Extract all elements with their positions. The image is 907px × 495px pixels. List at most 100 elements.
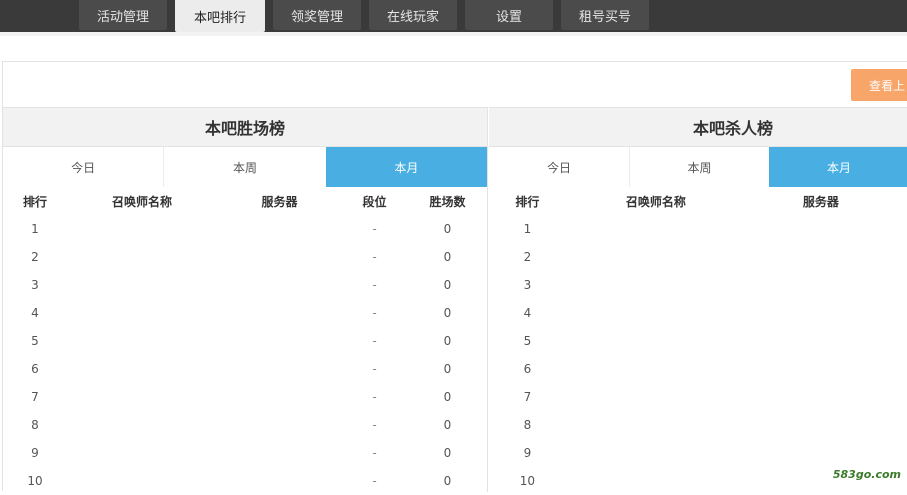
cell-rank: 9 <box>489 439 566 467</box>
cell-name <box>566 243 746 271</box>
table-row: 6- <box>489 355 907 383</box>
cell-name <box>67 271 217 299</box>
cell-server <box>746 243 896 271</box>
cell-name <box>67 411 217 439</box>
ranking-panel: 查看上 本吧胜场榜 今日本周本月 排行召唤师名称服务器段位胜场数 1-02-03… <box>2 61 907 491</box>
period-tab-0[interactable]: 今日 <box>489 147 629 187</box>
cell-count: 0 <box>407 215 488 243</box>
nav-divider <box>0 32 907 36</box>
kills-period-tabs: 今日本周本月 <box>489 147 907 187</box>
cell-count: 0 <box>407 439 488 467</box>
cell-count: 0 <box>407 327 488 355</box>
top-nav: 活动管理本吧排行领奖管理在线玩家设置租号买号 <box>0 0 907 32</box>
cell-count: 0 <box>407 411 488 439</box>
column-header: 召唤师名称 <box>566 187 746 215</box>
cell-rank: 2 <box>3 243 67 271</box>
nav-tabs: 活动管理本吧排行领奖管理在线玩家设置租号买号 <box>79 0 649 30</box>
table-row: 3- <box>489 271 907 299</box>
cell-server <box>217 215 342 243</box>
cell-rank: 6 <box>489 355 566 383</box>
cell-rank: 6 <box>3 355 67 383</box>
table-row: 6 -0 <box>3 355 488 383</box>
cell-rank: 8 <box>3 411 67 439</box>
cell-tier: - <box>896 327 907 355</box>
column-header: 排行 <box>489 187 566 215</box>
table-row: 2-0 <box>3 243 488 271</box>
nav-tab-1[interactable]: 本吧排行 <box>175 0 265 32</box>
cell-tier: - <box>342 383 407 411</box>
kills-board: 本吧杀人榜 今日本周本月 排行召唤师名称服务器段位 1-2-3-4-5-6-7-… <box>489 107 907 492</box>
table-row: 8- <box>489 411 907 439</box>
cell-count: 0 <box>407 355 488 383</box>
kills-table: 排行召唤师名称服务器段位 1-2-3-4-5-6-7-8-9-10- <box>489 187 907 495</box>
cell-tier: - <box>342 355 407 383</box>
nav-tab-4[interactable]: 设置 <box>465 0 553 30</box>
cell-rank: 1 <box>3 215 67 243</box>
table-row: 8-0 <box>3 411 488 439</box>
nav-tab-0[interactable]: 活动管理 <box>79 0 167 30</box>
cell-rank: 8 <box>489 411 566 439</box>
cell-rank: 1 <box>489 215 566 243</box>
cell-tier: - <box>342 271 407 299</box>
table-header-row: 排行召唤师名称服务器段位 <box>489 187 907 215</box>
table-row: 1- <box>489 215 907 243</box>
cell-tier: - <box>896 355 907 383</box>
cell-name <box>67 243 217 271</box>
cell-rank: 4 <box>489 299 566 327</box>
cell-server <box>217 411 342 439</box>
nav-tab-5[interactable]: 租号买号 <box>561 0 649 30</box>
table-row: 9-0 <box>3 439 488 467</box>
cell-server <box>746 299 896 327</box>
cell-name <box>566 439 746 467</box>
cell-name <box>566 383 746 411</box>
cell-server <box>217 243 342 271</box>
period-tab-1[interactable]: 本周 <box>629 147 769 187</box>
wins-board-title: 本吧胜场榜 <box>3 107 487 147</box>
table-row: 1-0 <box>3 215 488 243</box>
cell-count: 0 <box>407 299 488 327</box>
cell-server <box>746 411 896 439</box>
cell-server <box>217 439 342 467</box>
cell-name <box>566 215 746 243</box>
period-tab-2[interactable]: 本月 <box>326 147 487 187</box>
table-row: 5-0 <box>3 327 488 355</box>
cell-tier: - <box>896 271 907 299</box>
wins-board: 本吧胜场榜 今日本周本月 排行召唤师名称服务器段位胜场数 1-02-03-04-… <box>3 107 488 492</box>
cell-server <box>746 215 896 243</box>
cell-tier: - <box>896 439 907 467</box>
cell-tier: - <box>896 411 907 439</box>
period-tab-2[interactable]: 本月 <box>769 147 907 187</box>
cell-name <box>67 383 217 411</box>
cell-tier: - <box>342 243 407 271</box>
cell-rank: 3 <box>3 271 67 299</box>
period-tab-0[interactable]: 今日 <box>3 147 164 187</box>
nav-tab-3[interactable]: 在线玩家 <box>369 0 457 30</box>
cell-server <box>217 355 342 383</box>
cell-tier: - <box>342 327 407 355</box>
cell-name <box>67 215 217 243</box>
cell-name <box>566 411 746 439</box>
wins-table: 排行召唤师名称服务器段位胜场数 1-02-03-04-05-06-07-08-0… <box>3 187 488 495</box>
cell-server <box>217 299 342 327</box>
view-button[interactable]: 查看上 <box>851 69 907 101</box>
cell-server <box>746 271 896 299</box>
site-watermark: 583go.com <box>833 468 901 481</box>
cell-rank: 4 <box>3 299 67 327</box>
cell-server <box>217 271 342 299</box>
column-header: 胜场数 <box>407 187 488 215</box>
kills-board-title: 本吧杀人榜 <box>489 107 907 147</box>
column-header: 服务器 <box>746 187 896 215</box>
cell-name <box>67 299 217 327</box>
table-header-row: 排行召唤师名称服务器段位胜场数 <box>3 187 488 215</box>
cell-rank: 2 <box>489 243 566 271</box>
cell-name <box>566 327 746 355</box>
cell-server <box>217 383 342 411</box>
cell-tier: - <box>896 215 907 243</box>
period-tab-1[interactable]: 本周 <box>164 147 325 187</box>
table-row: 9- <box>489 439 907 467</box>
nav-tab-2[interactable]: 领奖管理 <box>273 0 361 30</box>
cell-name <box>67 355 217 383</box>
cell-server <box>746 439 896 467</box>
cell-count: 0 <box>407 271 488 299</box>
cell-rank: 9 <box>3 439 67 467</box>
